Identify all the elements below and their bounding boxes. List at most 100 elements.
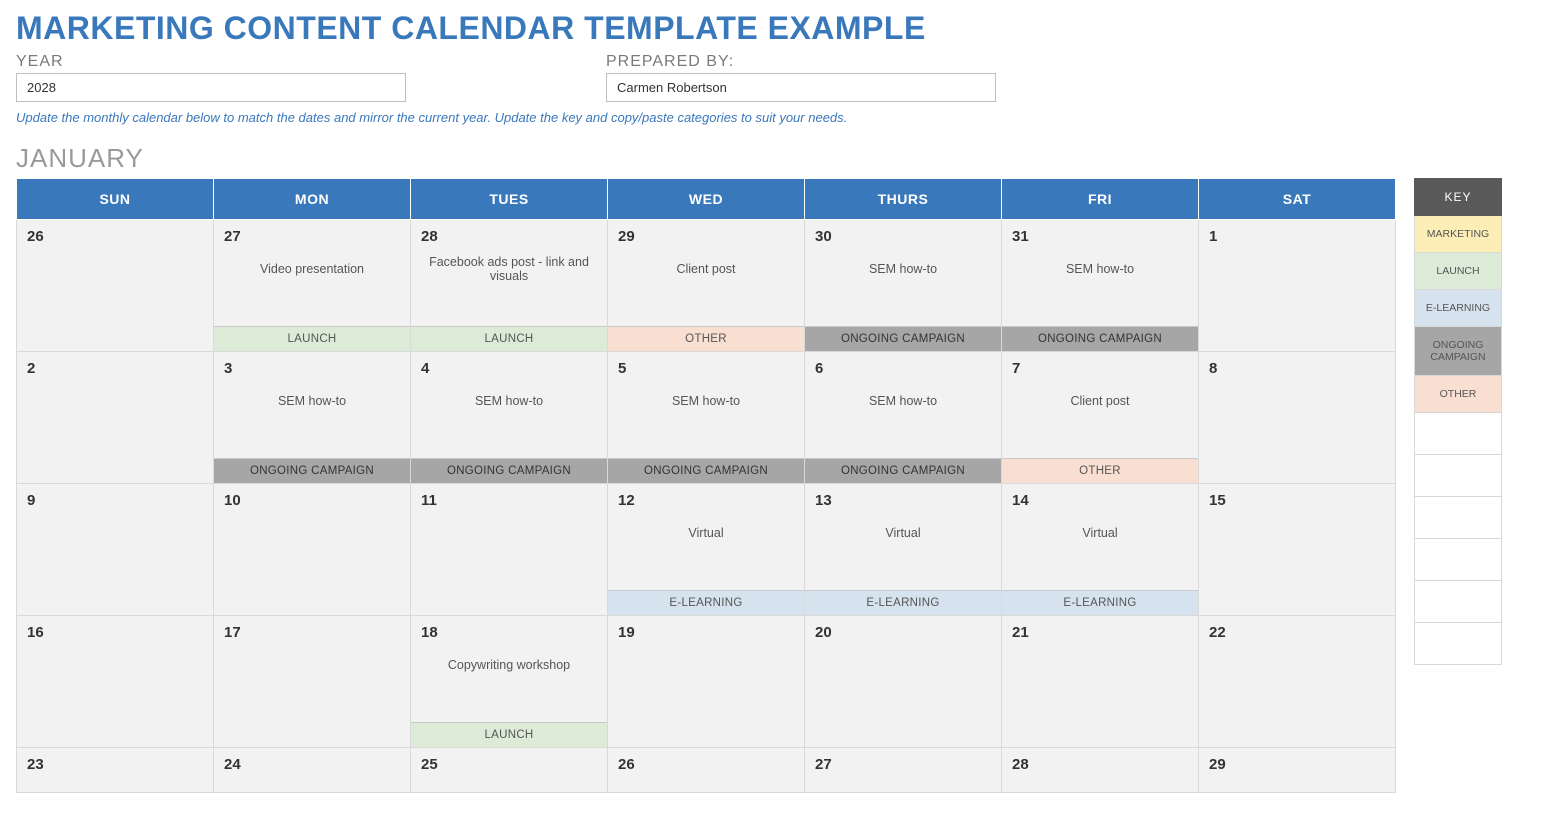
calendar-cell[interactable]: 11 bbox=[411, 484, 608, 616]
calendar-cell[interactable]: 8 bbox=[1199, 352, 1396, 484]
day-number: 16 bbox=[17, 616, 213, 641]
day-number: 30 bbox=[805, 220, 1001, 245]
day-number: 10 bbox=[214, 484, 410, 509]
calendar-cell[interactable]: 23 bbox=[17, 748, 214, 793]
day-number: 26 bbox=[608, 748, 804, 773]
key-item-empty bbox=[1414, 623, 1502, 665]
calendar-cell[interactable]: 13VirtualE-LEARNING bbox=[805, 484, 1002, 616]
key-item: E-LEARNING bbox=[1414, 290, 1502, 327]
meta-row: YEAR PREPARED BY: bbox=[16, 53, 1552, 102]
calendar-cell[interactable]: 28 bbox=[1002, 748, 1199, 793]
year-label: YEAR bbox=[16, 53, 406, 71]
day-number: 28 bbox=[411, 220, 607, 245]
month-name: JANUARY bbox=[16, 143, 1552, 174]
calendar-cell[interactable]: 25 bbox=[411, 748, 608, 793]
day-number: 2 bbox=[17, 352, 213, 377]
category-bar: ONGOING CAMPAIGN bbox=[1002, 326, 1198, 351]
day-header: FRI bbox=[1002, 179, 1199, 220]
key-item-empty bbox=[1414, 497, 1502, 539]
day-header: MON bbox=[214, 179, 411, 220]
day-number: 31 bbox=[1002, 220, 1198, 245]
calendar-cell[interactable]: 2 bbox=[17, 352, 214, 484]
calendar-cell[interactable]: 27 bbox=[805, 748, 1002, 793]
day-number: 12 bbox=[608, 484, 804, 509]
calendar-cell[interactable]: 9 bbox=[17, 484, 214, 616]
calendar-cell[interactable]: 22 bbox=[1199, 616, 1396, 748]
day-number: 5 bbox=[608, 352, 804, 377]
calendar-cell[interactable]: 12VirtualE-LEARNING bbox=[608, 484, 805, 616]
calendar-grid: SUNMONTUESWEDTHURSFRISAT 2627Video prese… bbox=[16, 178, 1396, 793]
key-header: KEY bbox=[1414, 178, 1502, 216]
calendar-cell[interactable]: 6SEM how-toONGOING CAMPAIGN bbox=[805, 352, 1002, 484]
key-item: ONGOING CAMPAIGN bbox=[1414, 327, 1502, 376]
key-item-empty bbox=[1414, 413, 1502, 455]
helper-text: Update the monthly calendar below to mat… bbox=[16, 110, 1552, 125]
key-item-empty bbox=[1414, 539, 1502, 581]
calendar-cell[interactable]: 20 bbox=[805, 616, 1002, 748]
event-desc: Client post bbox=[608, 245, 804, 293]
calendar-cell[interactable]: 7Client postOTHER bbox=[1002, 352, 1199, 484]
category-bar: LAUNCH bbox=[411, 326, 607, 351]
calendar-cell[interactable]: 16 bbox=[17, 616, 214, 748]
category-bar: ONGOING CAMPAIGN bbox=[805, 458, 1001, 483]
calendar-cell[interactable]: 10 bbox=[214, 484, 411, 616]
day-number: 23 bbox=[17, 748, 213, 773]
day-number: 28 bbox=[1002, 748, 1198, 773]
calendar-cell[interactable]: 27Video presentationLAUNCH bbox=[214, 220, 411, 352]
calendar-cell[interactable]: 3SEM how-toONGOING CAMPAIGN bbox=[214, 352, 411, 484]
calendar-cell[interactable]: 26 bbox=[17, 220, 214, 352]
day-number: 21 bbox=[1002, 616, 1198, 641]
calendar-cell[interactable]: 28Facebook ads post - link and visualsLA… bbox=[411, 220, 608, 352]
calendar-cell[interactable]: 18Copywriting workshop LAUNCH bbox=[411, 616, 608, 748]
calendar-cell[interactable]: 30SEM how-toONGOING CAMPAIGN bbox=[805, 220, 1002, 352]
category-bar: LAUNCH bbox=[411, 722, 607, 747]
calendar-cell[interactable]: 4SEM how-toONGOING CAMPAIGN bbox=[411, 352, 608, 484]
category-bar: E-LEARNING bbox=[1002, 590, 1198, 615]
day-header: TUES bbox=[411, 179, 608, 220]
calendar-cell[interactable]: 15 bbox=[1199, 484, 1396, 616]
day-number: 22 bbox=[1199, 616, 1395, 641]
calendar-cell[interactable]: 1 bbox=[1199, 220, 1396, 352]
event-desc: Client post bbox=[1002, 377, 1198, 425]
category-bar: ONGOING CAMPAIGN bbox=[805, 326, 1001, 351]
calendar-cell[interactable]: 19 bbox=[608, 616, 805, 748]
year-input[interactable] bbox=[16, 73, 406, 102]
calendar-cell[interactable]: 31SEM how-toONGOING CAMPAIGN bbox=[1002, 220, 1199, 352]
event-desc: SEM how-to bbox=[608, 377, 804, 425]
day-number: 27 bbox=[805, 748, 1001, 773]
event-desc: SEM how-to bbox=[411, 377, 607, 425]
category-bar: ONGOING CAMPAIGN bbox=[214, 458, 410, 483]
calendar-cell[interactable]: 26 bbox=[608, 748, 805, 793]
calendar-cell[interactable]: 24 bbox=[214, 748, 411, 793]
day-number: 29 bbox=[608, 220, 804, 245]
day-number: 18 bbox=[411, 616, 607, 641]
prepared-input[interactable] bbox=[606, 73, 996, 102]
day-number: 9 bbox=[17, 484, 213, 509]
category-bar: E-LEARNING bbox=[608, 590, 804, 615]
event-desc: Copywriting workshop bbox=[411, 641, 607, 689]
prepared-block: PREPARED BY: bbox=[606, 53, 996, 102]
key-panel: KEY MARKETINGLAUNCHE-LEARNINGONGOING CAM… bbox=[1414, 178, 1502, 665]
calendar-cell[interactable]: 5SEM how-toONGOING CAMPAIGN bbox=[608, 352, 805, 484]
day-number: 29 bbox=[1199, 748, 1395, 773]
day-number: 15 bbox=[1199, 484, 1395, 509]
day-number: 26 bbox=[17, 220, 213, 245]
calendar-cell[interactable]: 29Client postOTHER bbox=[608, 220, 805, 352]
category-bar: E-LEARNING bbox=[805, 590, 1001, 615]
day-number: 3 bbox=[214, 352, 410, 377]
page-title: MARKETING CONTENT CALENDAR TEMPLATE EXAM… bbox=[16, 10, 1552, 47]
day-number: 20 bbox=[805, 616, 1001, 641]
calendar-cell[interactable]: 14VirtualE-LEARNING bbox=[1002, 484, 1199, 616]
day-number: 24 bbox=[214, 748, 410, 773]
calendar-cell[interactable]: 21 bbox=[1002, 616, 1199, 748]
day-number: 1 bbox=[1199, 220, 1395, 245]
day-number: 13 bbox=[805, 484, 1001, 509]
day-number: 11 bbox=[411, 484, 607, 509]
calendar-cell[interactable]: 29 bbox=[1199, 748, 1396, 793]
key-item-empty bbox=[1414, 455, 1502, 497]
category-bar: LAUNCH bbox=[214, 326, 410, 351]
day-header: THURS bbox=[805, 179, 1002, 220]
calendar-cell[interactable]: 17 bbox=[214, 616, 411, 748]
key-item-empty bbox=[1414, 581, 1502, 623]
event-desc: SEM how-to bbox=[805, 377, 1001, 425]
